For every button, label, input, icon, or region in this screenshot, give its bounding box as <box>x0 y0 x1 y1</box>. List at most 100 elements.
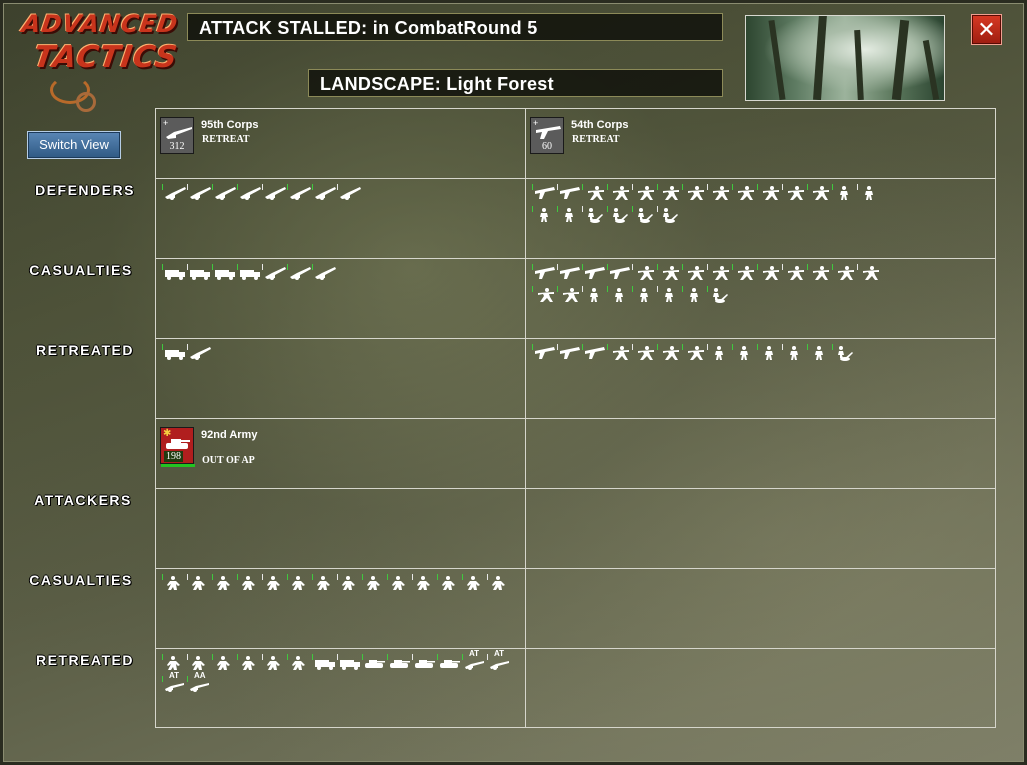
strength-tick <box>312 184 313 190</box>
artillery-icon <box>312 184 336 201</box>
artillery-icon <box>212 184 236 201</box>
strength-tick <box>437 654 438 660</box>
rifleman-icon <box>657 344 681 361</box>
mortar-icon <box>582 206 606 223</box>
strength-tick <box>162 654 163 660</box>
soldier-icon <box>437 574 461 591</box>
unit-strength: 312 <box>169 141 185 152</box>
infantry-icon <box>782 344 806 361</box>
gun-icon: AT <box>462 649 486 671</box>
infantry-icon <box>832 184 856 201</box>
truck-icon <box>237 264 261 281</box>
rifleman-icon <box>782 184 806 201</box>
combat-result-title: ATTACK STALLED: in CombatRound 5 <box>187 13 723 41</box>
soldier-icon <box>162 654 186 671</box>
strength-tick <box>832 264 833 270</box>
tank-icon <box>362 654 386 671</box>
rifleman-icon <box>532 286 556 303</box>
soldier-icon <box>312 574 336 591</box>
strength-tick <box>607 344 608 350</box>
infantry-icon <box>732 344 756 361</box>
strength-tick <box>187 654 188 660</box>
strength-tick <box>657 264 658 270</box>
machinegun-team-icon <box>532 264 556 281</box>
strength-tick <box>582 206 583 212</box>
infantry-icon <box>582 286 606 303</box>
strength-tick <box>732 264 733 270</box>
rifleman-icon <box>632 344 656 361</box>
unit-status: OUT OF AP <box>202 455 255 466</box>
game-logo: ADVANCED TACTICS <box>18 8 181 112</box>
strength-tick <box>632 184 633 190</box>
soldier-icon <box>487 574 511 591</box>
soldier-icon <box>287 574 311 591</box>
rifleman-icon <box>732 264 756 281</box>
soldier-icon <box>262 654 286 671</box>
strength-tick <box>162 676 163 682</box>
unit-name: 95th Corps <box>201 119 259 131</box>
strength-tick <box>532 206 533 212</box>
strength-tick <box>732 344 733 350</box>
strength-tick <box>657 184 658 190</box>
strength-tick <box>262 574 263 580</box>
infantry-icon <box>532 206 556 223</box>
tank-icon <box>437 654 461 671</box>
rifleman-icon <box>682 344 706 361</box>
artillery-icon <box>337 184 361 201</box>
rifleman-icon <box>857 264 881 281</box>
strength-tick <box>557 206 558 212</box>
tank-icon <box>387 654 411 671</box>
strength-tick <box>287 184 288 190</box>
machinegun-team-icon <box>557 344 581 361</box>
switch-view-button[interactable]: Switch View <box>27 131 121 159</box>
strength-tick <box>607 206 608 212</box>
logo-line-2: TACTICS <box>31 40 181 75</box>
mortar-icon <box>632 206 656 223</box>
strength-tick <box>582 344 583 350</box>
strength-tick <box>807 344 808 350</box>
unit-status: RETREAT <box>202 134 250 145</box>
strength-tick <box>557 286 558 292</box>
combat-grid: + 312 95th Corps RETREAT + 60 54th Corps… <box>155 108 996 728</box>
strength-tick <box>237 654 238 660</box>
strength-tick <box>412 574 413 580</box>
strength-tick <box>582 286 583 292</box>
strength-tick <box>557 184 558 190</box>
artillery-icon <box>287 184 311 201</box>
soldier-icon <box>287 654 311 671</box>
logo-cog-icon <box>76 92 96 112</box>
machinegun-team-icon <box>607 264 631 281</box>
soldier-icon <box>187 654 211 671</box>
strength-tick <box>632 286 633 292</box>
rifleman-icon <box>807 184 831 201</box>
rifleman-icon <box>732 184 756 201</box>
strength-tick <box>757 184 758 190</box>
mortar-icon <box>707 286 731 303</box>
unit-name: 54th Corps <box>571 119 629 131</box>
mortar-icon <box>832 344 856 361</box>
close-button[interactable]: ✕ <box>971 14 1002 45</box>
landscape-title: LANDSCAPE: Light Forest <box>308 69 723 97</box>
defenders-label: DEFENDERS <box>35 182 135 198</box>
strength-tick <box>162 264 163 270</box>
infantry-icon <box>632 286 656 303</box>
soldier-icon <box>212 654 236 671</box>
artillery-icon: + 312 <box>160 117 194 154</box>
close-icon: ✕ <box>977 17 996 42</box>
unit-strength-bar <box>161 464 195 467</box>
machinegun-icon: + 60 <box>530 117 564 154</box>
tank-icon: ✱ 198 <box>160 427 195 467</box>
strength-tick <box>187 264 188 270</box>
truck-icon <box>162 264 186 281</box>
strength-tick <box>607 286 608 292</box>
unit-name: 92nd Army <box>201 429 258 441</box>
soldier-icon <box>337 574 361 591</box>
strength-tick <box>187 676 188 682</box>
strength-tick <box>387 574 388 580</box>
strength-tick <box>707 286 708 292</box>
infantry-icon <box>657 286 681 303</box>
artillery-icon <box>312 264 336 281</box>
strength-tick <box>362 654 363 660</box>
strength-tick <box>212 574 213 580</box>
machinegun-team-icon <box>532 344 556 361</box>
